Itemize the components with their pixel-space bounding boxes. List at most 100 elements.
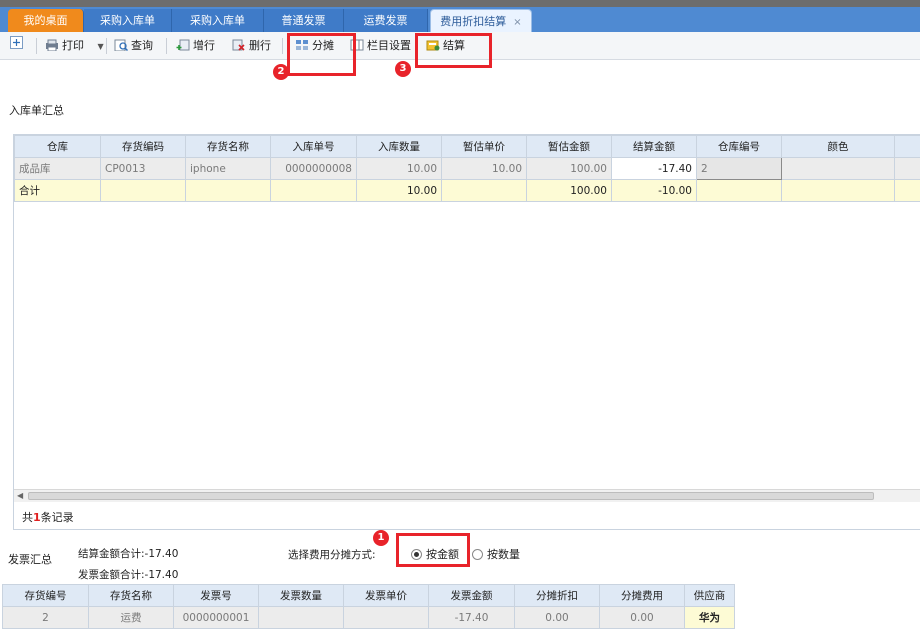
plus-box-icon <box>10 36 23 49</box>
cell-invoice-amount[interactable]: -17.40 <box>428 606 515 629</box>
tab-label: 我的桌面 <box>23 14 68 27</box>
allocation-method-label: 选择费用分摊方式: <box>288 549 376 561</box>
total-cell <box>100 179 186 202</box>
radio-by-quantity-label: 按数量 <box>487 548 520 561</box>
delete-row-icon <box>232 39 245 51</box>
tab-purchase-receipt-2[interactable]: 采购入库单 <box>172 9 264 32</box>
column-header-est-price[interactable]: 暂估单价 <box>441 135 527 158</box>
add-row-icon <box>176 39 190 51</box>
column-header-receipt-no[interactable]: 入库单号 <box>270 135 357 158</box>
record-count-suffix: 条记录 <box>40 511 74 524</box>
column-header-item-name[interactable]: 存货名称 <box>185 135 271 158</box>
cell-allocated-expense[interactable]: 0.00 <box>599 606 685 629</box>
column-header-receipt-qty[interactable]: 入库数量 <box>356 135 442 158</box>
tab-ordinary-invoice[interactable]: 普通发票 <box>264 9 344 32</box>
column-header-invoice-amount[interactable]: 发票金额 <box>428 584 515 607</box>
dropdown-arrow-icon[interactable]: ▼ <box>98 42 104 51</box>
tab-label: 采购入库单 <box>190 14 245 27</box>
query-label: 查询 <box>131 39 153 52</box>
column-settings-label: 栏目设置 <box>367 39 411 52</box>
cell-invoice-qty[interactable] <box>258 606 344 629</box>
receipt-summary-title: 入库单汇总 <box>9 104 64 117</box>
column-settings-button[interactable]: 栏目设置 <box>350 36 411 56</box>
cell-extra <box>894 157 920 180</box>
query-button[interactable]: 查询 <box>114 36 153 56</box>
column-header-item-code[interactable]: 存货编码 <box>100 135 186 158</box>
record-count-prefix: 共 <box>22 511 33 524</box>
total-cell <box>894 179 920 202</box>
highlight-allocate <box>287 33 356 76</box>
tab-label: 费用折扣结算 <box>440 15 507 28</box>
cell-item-name[interactable]: iphone <box>185 157 271 180</box>
separator <box>106 38 107 54</box>
tab-purchase-receipt-1[interactable]: 采购入库单 <box>84 9 172 32</box>
separator <box>282 38 283 54</box>
total-est-amount: 100.00 <box>526 179 612 202</box>
cell-est-amount[interactable]: 100.00 <box>526 157 612 180</box>
cell-est-price[interactable]: 10.00 <box>441 157 527 180</box>
print-label: 打印 <box>62 39 84 52</box>
callout-number-2: 2 <box>273 64 289 80</box>
highlight-allocation-method <box>396 533 470 567</box>
column-header-warehouse[interactable]: 仓库 <box>14 135 101 158</box>
tab-label: 运费发票 <box>363 14 408 27</box>
cell-invoice-no[interactable]: 0000000001 <box>173 606 259 629</box>
total-row: 合计 10.00 100.00 -10.00 <box>14 179 920 202</box>
tab-label: 采购入库单 <box>100 14 155 27</box>
invoice-amount-total: 发票金额合计:-17.40 <box>78 569 179 581</box>
search-icon <box>114 39 128 51</box>
column-header-warehouse-no[interactable]: 仓库编号 <box>696 135 782 158</box>
table-row[interactable]: 2 运费 0000000001 -17.40 0.00 0.00 华为 <box>2 606 735 629</box>
cell-warehouse[interactable]: 成品库 <box>14 157 101 180</box>
scrollbar-thumb[interactable] <box>28 492 874 500</box>
invoice-summary-title: 发票汇总 <box>8 553 52 566</box>
horizontal-scrollbar[interactable]: ◀ <box>14 489 920 502</box>
separator <box>166 38 167 54</box>
column-header-settle-amount[interactable]: 结算金额 <box>611 135 697 158</box>
cell-receipt-qty[interactable]: 10.00 <box>356 157 442 180</box>
total-cell <box>270 179 357 202</box>
separator <box>36 38 37 54</box>
printer-icon <box>46 39 58 51</box>
column-header-item-name[interactable]: 存货名称 <box>88 584 174 607</box>
expand-button[interactable] <box>10 36 23 56</box>
close-icon[interactable]: × <box>513 17 521 28</box>
column-header-color[interactable]: 颜色 <box>781 135 895 158</box>
column-header-invoice-price[interactable]: 发票单价 <box>343 584 429 607</box>
radio-unchecked-icon[interactable] <box>472 549 483 560</box>
tab-freight-invoice[interactable]: 运费发票 <box>344 9 428 32</box>
total-cell <box>696 179 782 202</box>
callout-number-1: 1 <box>373 530 389 546</box>
column-header-invoice-qty[interactable]: 发票数量 <box>258 584 344 607</box>
column-header-supplier[interactable]: 供应商 <box>684 584 735 607</box>
column-header-allocated-discount[interactable]: 分摊折扣 <box>514 584 600 607</box>
cell-warehouse-no[interactable]: 2 <box>696 157 782 180</box>
table-row[interactable]: 成品库 CP0013 iphone 0000000008 10.00 10.00… <box>14 157 920 180</box>
total-cell <box>441 179 527 202</box>
cell-item-no[interactable]: 2 <box>2 606 89 629</box>
tab-label: 普通发票 <box>281 14 326 27</box>
column-header-allocated-expense[interactable]: 分摊费用 <box>599 584 685 607</box>
cell-item-name[interactable]: 运费 <box>88 606 174 629</box>
add-row-button[interactable]: 增行 <box>176 36 215 56</box>
radio-by-quantity[interactable]: 按数量 <box>472 546 520 562</box>
print-button[interactable]: 打印 ▼ <box>45 36 104 56</box>
column-header-item-no[interactable]: 存货编号 <box>2 584 89 607</box>
tab-my-desktop[interactable]: 我的桌面 <box>8 9 84 32</box>
column-header-invoice-no[interactable]: 发票号 <box>173 584 259 607</box>
callout-number-3: 3 <box>395 61 411 77</box>
cell-allocated-discount[interactable]: 0.00 <box>514 606 600 629</box>
column-header-est-amount[interactable]: 暂估金额 <box>526 135 612 158</box>
receipt-summary-table: 仓库 存货编码 存货名称 入库单号 入库数量 暂估单价 暂估金额 结算金额 仓库… <box>14 135 920 202</box>
delete-row-label: 删行 <box>249 39 271 52</box>
cell-invoice-price[interactable] <box>343 606 429 629</box>
tab-expense-discount-settlement[interactable]: 费用折扣结算 × <box>430 9 532 32</box>
cell-receipt-no[interactable]: 0000000008 <box>270 157 357 180</box>
cell-item-code[interactable]: CP0013 <box>100 157 186 180</box>
cell-color[interactable] <box>781 157 895 180</box>
scroll-left-icon[interactable]: ◀ <box>17 491 23 500</box>
delete-row-button[interactable]: 删行 <box>232 36 271 56</box>
tab-bar: 我的桌面 采购入库单 采购入库单 普通发票 运费发票 费用折扣结算 × <box>0 0 920 32</box>
cell-supplier[interactable]: 华为 <box>684 606 735 629</box>
cell-settle-amount[interactable]: -17.40 <box>611 157 697 180</box>
